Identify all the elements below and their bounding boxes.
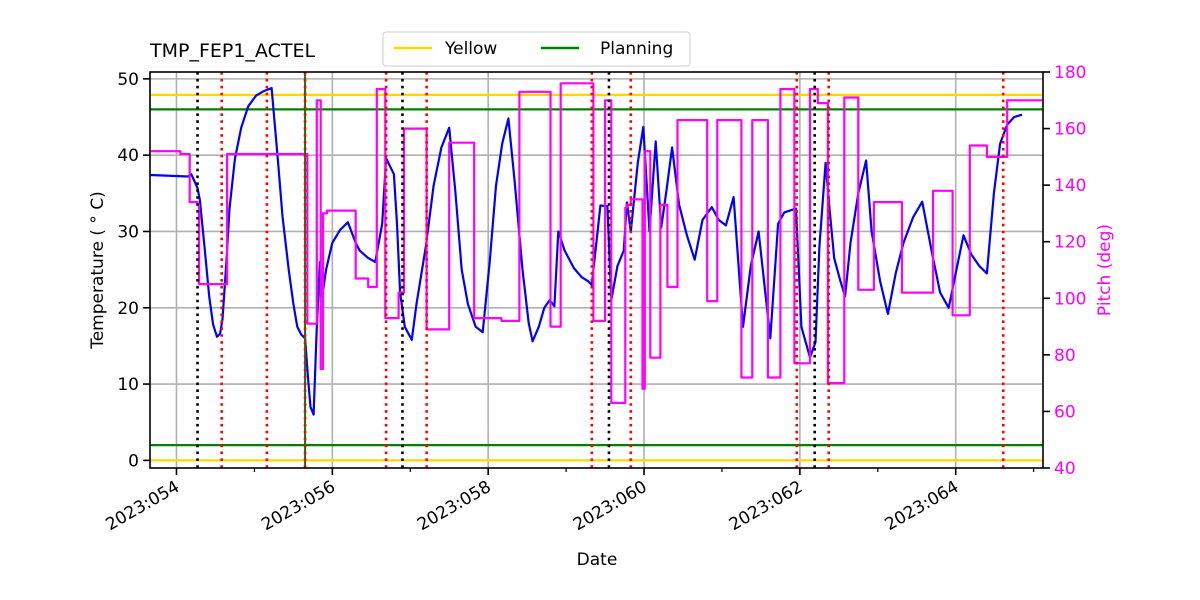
y2-tick-label: 120 (1054, 233, 1086, 253)
y-axis-label: Temperature ( ° C) (88, 191, 108, 350)
legend-label-planning: Planning (600, 39, 673, 59)
x-axis-label: Date (577, 550, 618, 570)
y2-tick-label: 180 (1054, 63, 1086, 83)
chart: TMP_FEP1_ACTEL 2023:054 2023:056 2023:058 2… (0, 0, 1200, 600)
y2-axis-label: Pitch (deg) (1095, 224, 1115, 316)
y-tick-label: 40 (117, 146, 139, 166)
y2-tick-label: 100 (1054, 289, 1086, 309)
legend: Yellow Planning (382, 31, 691, 67)
y2-tick-label: 160 (1054, 120, 1086, 140)
legend-label-yellow: Yellow (444, 39, 497, 59)
y-tick-label: 10 (117, 375, 139, 395)
y2-tick-label: 60 (1054, 402, 1076, 422)
chart-title: TMP_FEP1_ACTEL (149, 40, 315, 62)
y-tick-label: 0 (128, 451, 139, 471)
y-tick-label: 30 (117, 222, 139, 242)
y-tick-label: 50 (117, 70, 139, 90)
y2-tick-label: 140 (1054, 176, 1086, 196)
y2-tick-label: 80 (1054, 346, 1076, 366)
y-tick-label: 20 (117, 299, 139, 319)
y2-tick-label: 40 (1054, 459, 1076, 479)
